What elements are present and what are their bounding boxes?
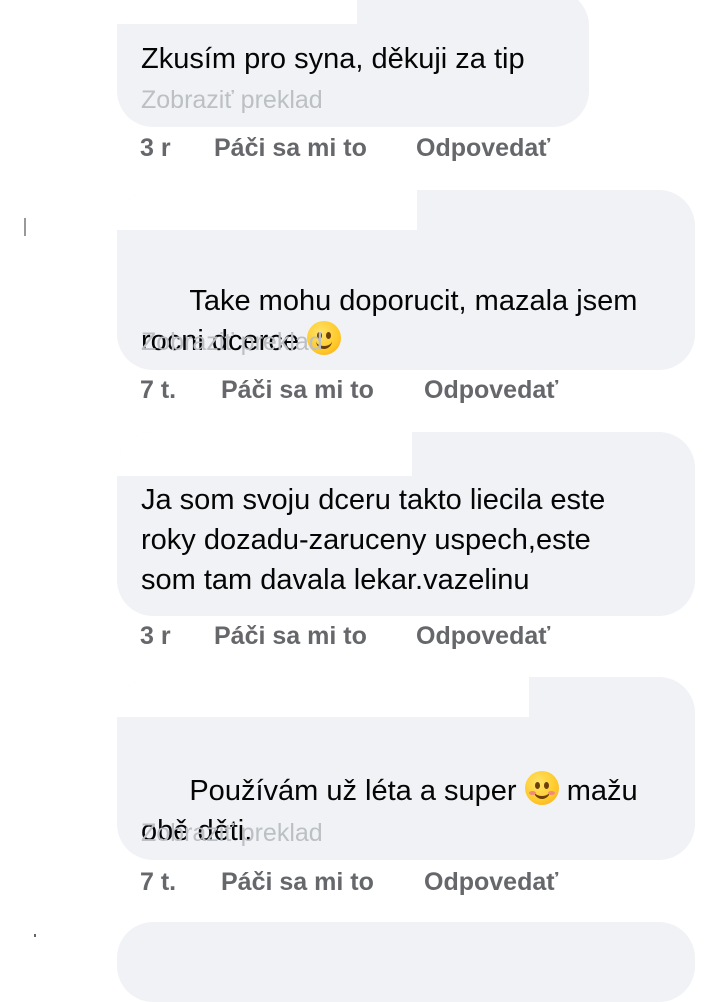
- timestamp[interactable]: 7 t.: [140, 866, 176, 898]
- comment-text-line: Používám už léta a super: [189, 775, 517, 807]
- timestamp[interactable]: 3 r: [140, 620, 171, 652]
- comment-bubble-partial: [117, 922, 695, 1002]
- comment-bubble: Zkusím pro syna, děkuji za tip Zobraziť …: [117, 0, 589, 127]
- reply-button[interactable]: Odpovedať: [424, 374, 558, 406]
- like-button[interactable]: Páči sa mi to: [221, 866, 374, 898]
- author-name-redacted: [117, 190, 417, 230]
- edge-artifact: [34, 934, 36, 937]
- author-name-redacted: [117, 432, 412, 476]
- comment-text: Ja som svoju dceru takto liecila este ro…: [141, 484, 606, 596]
- smiling-face-with-smiling-eyes-icon: [524, 771, 559, 805]
- see-translation-link[interactable]: Zobraziť preklad: [141, 85, 323, 115]
- reply-button[interactable]: Odpovedať: [416, 132, 550, 164]
- comment-text: Zkusím pro syna, děkuji za tip: [141, 43, 525, 75]
- like-button[interactable]: Páči sa mi to: [221, 374, 374, 406]
- see-translation-link[interactable]: Zobraziť preklad: [141, 327, 323, 357]
- reply-button[interactable]: Odpovedať: [424, 866, 558, 898]
- comment-text-line: mažu: [566, 775, 638, 807]
- reply-button[interactable]: Odpovedať: [416, 620, 550, 652]
- author-name-redacted: [117, 0, 357, 24]
- comment-bubble: Používám už léta a super mažu obě děti. Z…: [117, 677, 695, 860]
- timestamp[interactable]: 3 r: [140, 132, 171, 164]
- see-translation-link[interactable]: Zobraziť preklad: [141, 818, 323, 848]
- author-name-redacted: [117, 677, 529, 717]
- comment-text-line: Take mohu doporucit, mazala jsem: [189, 285, 638, 317]
- edge-artifact: [24, 218, 26, 236]
- comment-bubble: Take mohu doporucit, mazala jsem rocni dc…: [117, 190, 695, 370]
- timestamp[interactable]: 7 t.: [140, 374, 176, 406]
- like-button[interactable]: Páči sa mi to: [214, 132, 367, 164]
- comment-bubble: Ja som svoju dceru takto liecila este ro…: [117, 432, 695, 616]
- like-button[interactable]: Páči sa mi to: [214, 620, 367, 652]
